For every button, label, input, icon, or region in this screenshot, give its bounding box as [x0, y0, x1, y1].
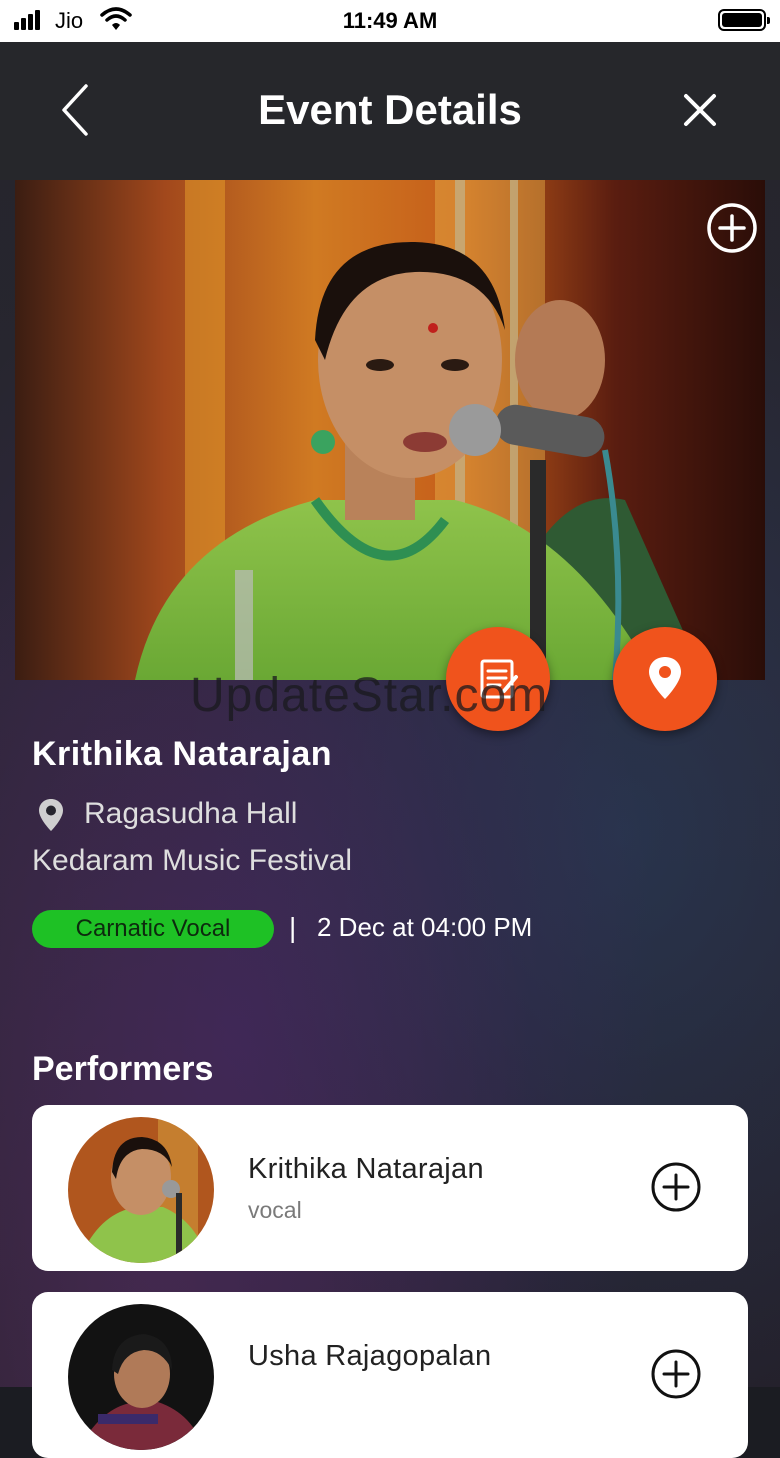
separator: | [289, 912, 297, 943]
performer-name: Krithika Natarajan [248, 1153, 484, 1185]
genre-badge: Carnatic Vocal [32, 910, 274, 948]
performer-name: Usha Rajagopalan [248, 1340, 492, 1372]
event-performer-name: Krithika Natarajan [32, 735, 332, 773]
nav-header: Event Details [0, 42, 780, 180]
status-bar: Jio 11:49 AM [0, 0, 780, 42]
event-datetime: 2 Dec at 04:00 PM [317, 912, 533, 942]
clock: 11:49 AM [342, 8, 438, 33]
watermark: UpdateStar.com [190, 669, 549, 722]
event-festival: Kedaram Music Festival [32, 844, 353, 877]
performer-card[interactable]: Usha Rajagopalan [32, 1292, 748, 1458]
avatar [68, 1117, 214, 1263]
add-event-icon[interactable] [705, 201, 759, 255]
avatar [68, 1304, 214, 1450]
event-venue[interactable]: Ragasudha Hall [84, 797, 297, 831]
performer-card[interactable]: Krithika Natarajan vocal [32, 1105, 748, 1271]
add-performer-icon[interactable] [650, 1161, 702, 1213]
performer-role: vocal [248, 1197, 302, 1223]
location-button[interactable] [613, 627, 717, 731]
page-title: Event Details [258, 86, 522, 133]
close-icon[interactable] [680, 90, 720, 130]
performers-heading: Performers [32, 1050, 214, 1088]
event-hero-image [15, 180, 765, 680]
map-pin-icon [649, 657, 681, 699]
battery-icon [718, 9, 770, 31]
venue-pin-icon [38, 798, 64, 837]
add-performer-icon[interactable] [650, 1348, 702, 1400]
